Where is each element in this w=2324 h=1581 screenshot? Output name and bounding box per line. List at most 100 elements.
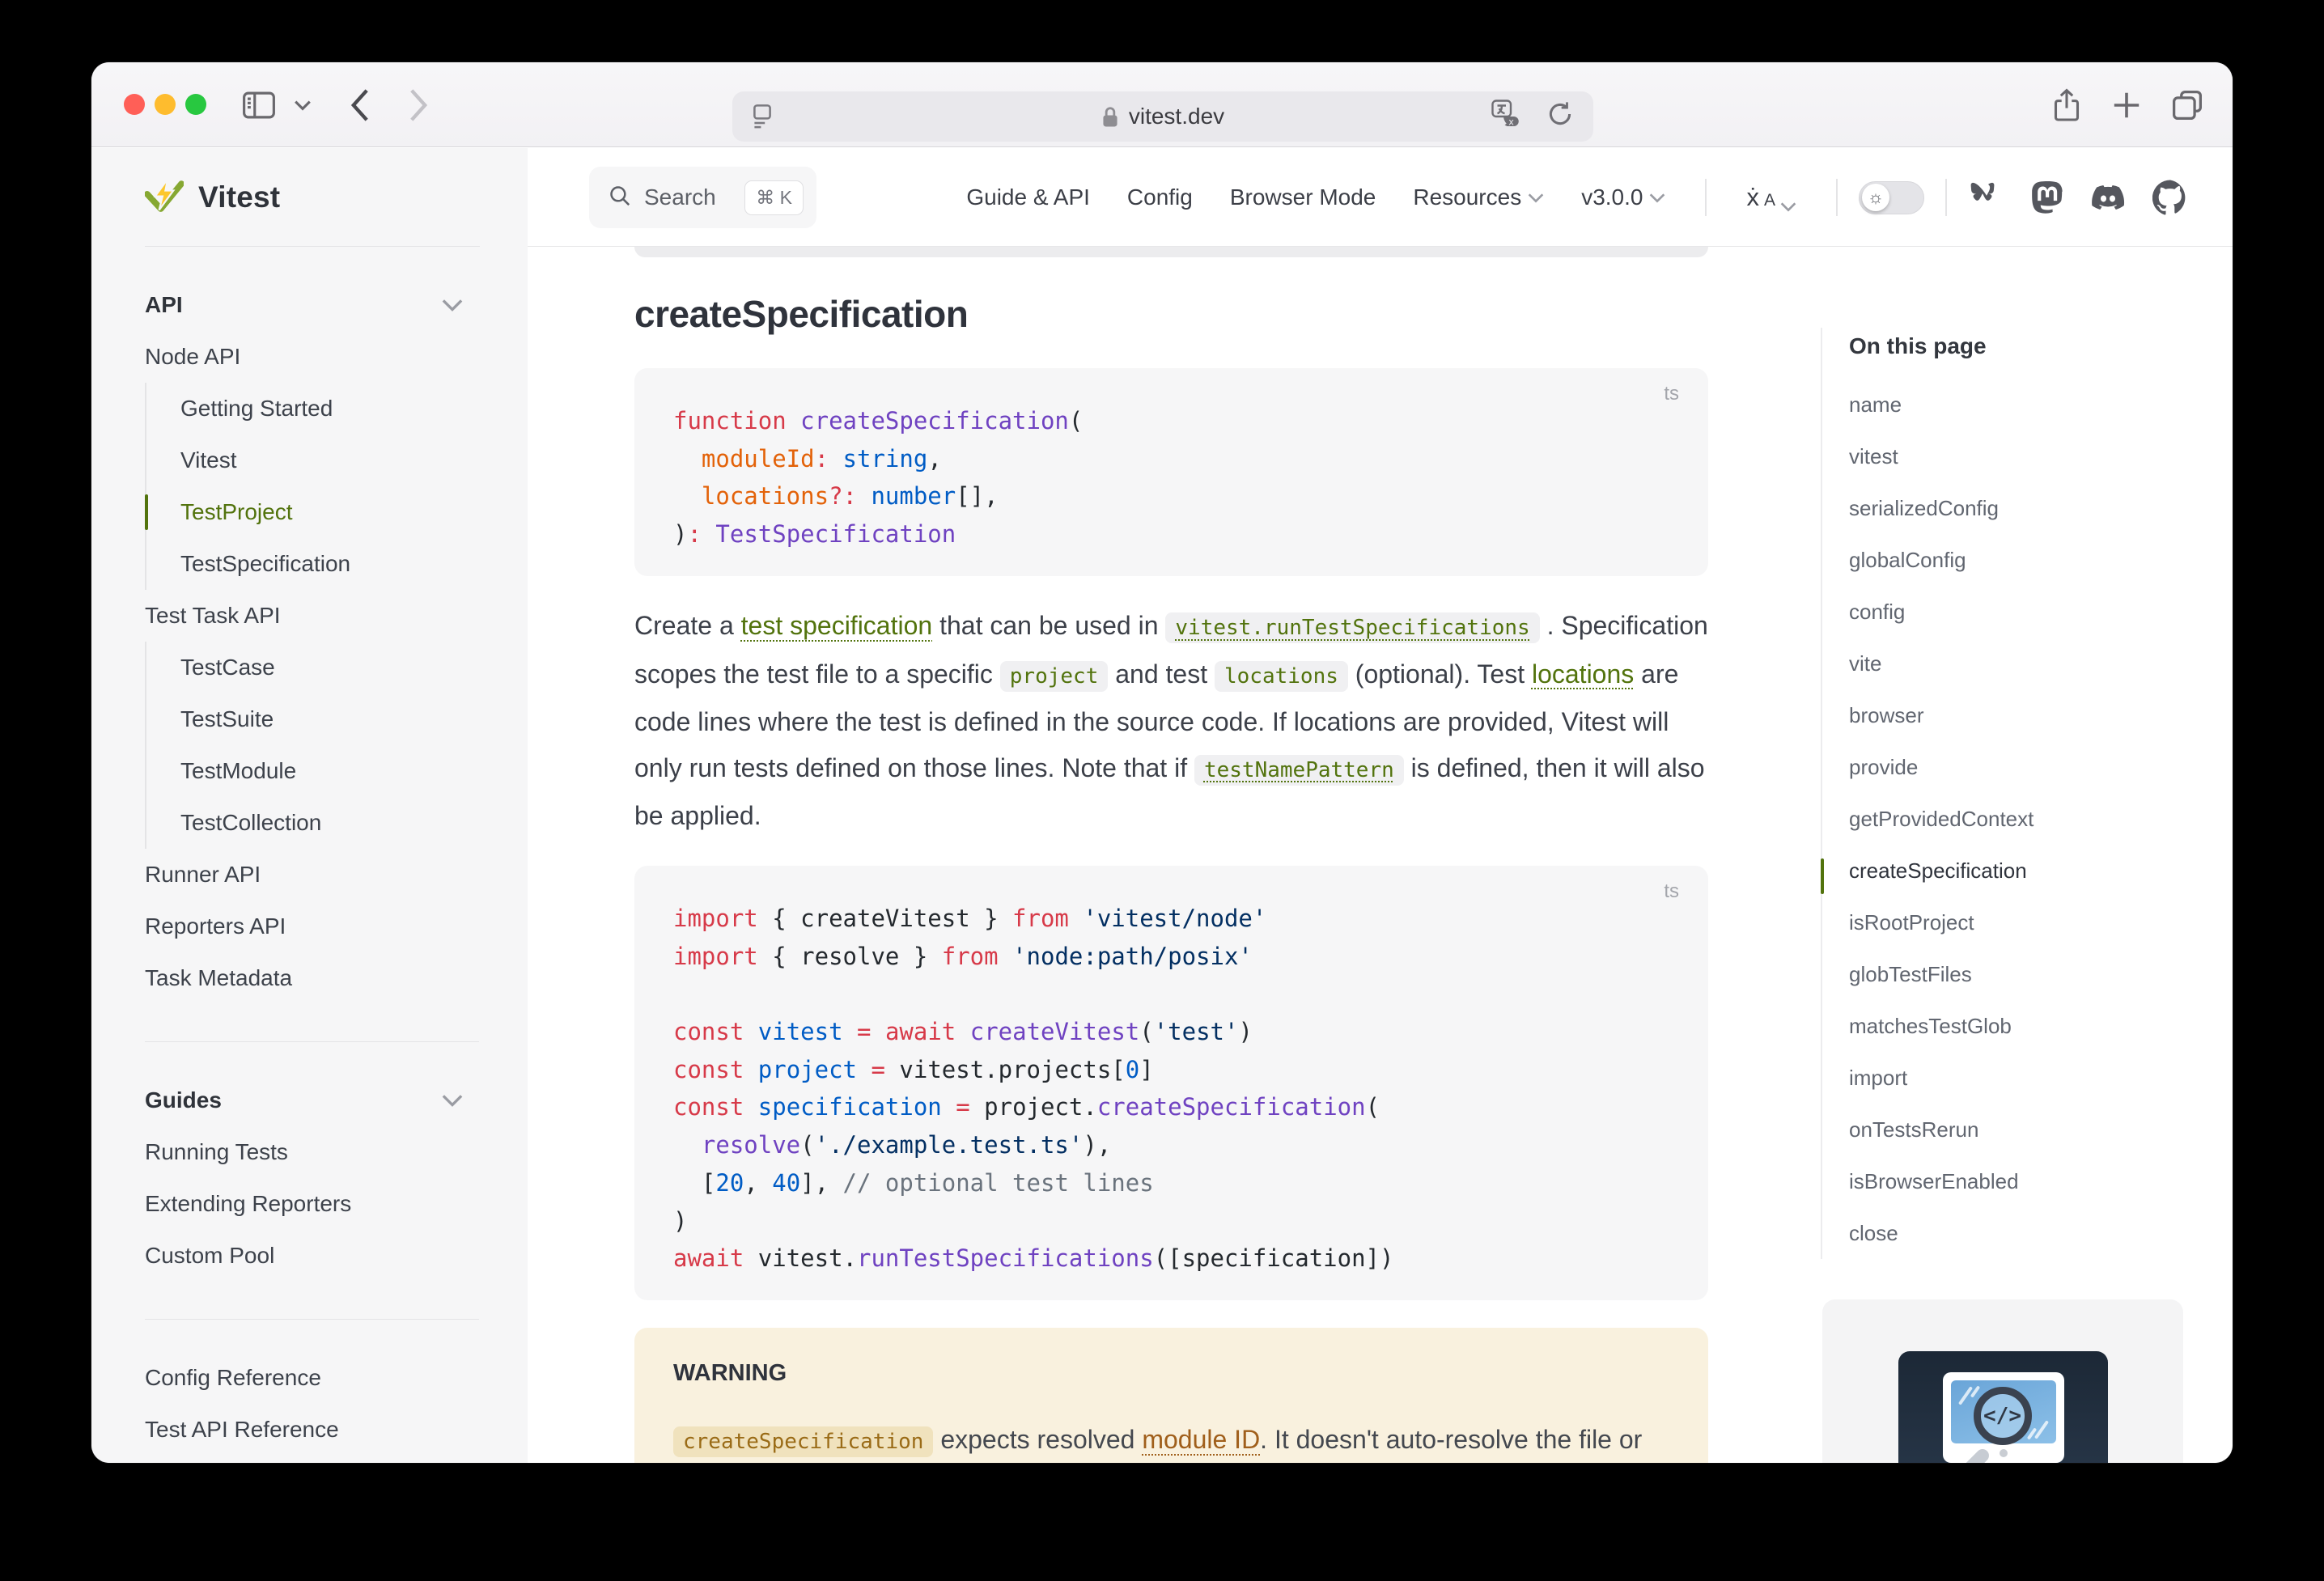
translate-page-icon[interactable]: x: [1491, 100, 1525, 134]
outline-item[interactable]: provide: [1849, 741, 2201, 793]
url-text: vitest.dev: [1129, 104, 1224, 129]
search-placeholder: Search: [644, 184, 744, 210]
outline-item[interactable]: vite: [1849, 638, 2201, 689]
sidebar-menu-chevron-icon[interactable]: [290, 62, 315, 147]
outline-item[interactable]: config: [1849, 586, 2201, 638]
sidebar-item-testcollection[interactable]: TestCollection: [146, 797, 479, 849]
nav-divider: [1705, 179, 1707, 216]
outline-active-marker: [1821, 858, 1824, 894]
page-settings-icon[interactable]: [750, 104, 774, 135]
nav-browser-mode[interactable]: Browser Mode: [1211, 184, 1395, 210]
sidebar-item-testsuite[interactable]: TestSuite: [146, 693, 479, 745]
back-button[interactable]: [342, 62, 378, 147]
search-input[interactable]: Search ⌘ K: [589, 167, 816, 228]
sidebar-item-extending-reporters[interactable]: Extending Reporters: [145, 1178, 479, 1230]
outline-item[interactable]: serializedConfig: [1849, 482, 2201, 534]
sponsor-card[interactable]: </>: [1822, 1299, 2183, 1463]
sidebar-item-vitest[interactable]: Vitest: [146, 434, 479, 486]
browser-window: vitest.dev x: [91, 62, 2233, 1463]
chevron-down-icon: [1528, 193, 1544, 203]
inline-code: createSpecification: [673, 1426, 933, 1457]
inline-code: locations: [1215, 661, 1348, 692]
github-icon[interactable]: [2152, 180, 2188, 215]
outline-item[interactable]: browser: [1849, 689, 2201, 741]
sidebar-item-test-api-reference[interactable]: Test API Reference: [145, 1404, 479, 1456]
sidebar-item-testmodule[interactable]: TestModule: [146, 745, 479, 797]
nav-divider: [1836, 179, 1838, 216]
site-title: Vitest: [198, 180, 280, 214]
discord-icon[interactable]: [2089, 181, 2127, 214]
outline-item[interactable]: globTestFiles: [1849, 948, 2201, 1000]
sidebar-item-config-reference[interactable]: Config Reference: [145, 1352, 479, 1404]
outline-item[interactable]: createSpecification: [1849, 845, 2201, 896]
zoom-window-button[interactable]: [185, 94, 206, 115]
sidebar-item-running-tests[interactable]: Running Tests: [145, 1126, 479, 1178]
chevron-down-icon: [1780, 201, 1796, 212]
previous-code-block-edge: [634, 247, 1708, 257]
sidebar-item-testspecification[interactable]: TestSpecification: [146, 538, 479, 590]
sidebar-group-api[interactable]: API: [145, 279, 479, 331]
new-tab-icon[interactable]: [2108, 62, 2145, 147]
outline-item[interactable]: globalConfig: [1849, 534, 2201, 586]
reload-icon[interactable]: [1546, 100, 1574, 134]
sidebar-item-task-metadata[interactable]: Task Metadata: [145, 952, 479, 1004]
sidebar-group-guides[interactable]: Guides: [145, 1074, 479, 1126]
nav-guide-api[interactable]: Guide & API: [948, 184, 1109, 210]
language-menu[interactable]: ẋA: [1728, 183, 1815, 212]
sidebar-item-reporters-api[interactable]: Reporters API: [145, 901, 479, 952]
close-window-button[interactable]: [124, 94, 145, 115]
inline-code-link[interactable]: testNamePattern: [1194, 755, 1404, 786]
inline-code-link[interactable]: vitest.runTestSpecifications: [1165, 612, 1539, 643]
description-paragraph: Create a test specification that can be …: [634, 603, 1723, 839]
nav-resources-menu[interactable]: Resources: [1394, 184, 1563, 210]
outline-item[interactable]: close: [1849, 1207, 2201, 1259]
inline-link[interactable]: module ID: [1142, 1425, 1260, 1454]
outline-item[interactable]: isRootProject: [1849, 896, 2201, 948]
bluesky-icon[interactable]: [1968, 180, 2005, 214]
outline-items: namevitestserializedConfigglobalConfigco…: [1849, 379, 2201, 1259]
share-icon[interactable]: [2048, 62, 2085, 147]
mastodon-icon[interactable]: [2031, 180, 2063, 214]
outline-item[interactable]: getProvidedContext: [1849, 793, 2201, 845]
doc-navbar: Search ⌘ K Guide & API Config Browser Mo…: [528, 148, 2233, 247]
url-bar[interactable]: vitest.dev x: [732, 91, 1593, 142]
vitest-logo-icon: [145, 179, 184, 216]
screenshot-stage: vitest.dev x: [0, 0, 2324, 1581]
sidebar-item-testproject[interactable]: TestProject: [146, 486, 479, 538]
on-this-page-outline: On this page namevitestserializedConfigg…: [1821, 328, 2201, 1259]
nav-config[interactable]: Config: [1109, 184, 1211, 210]
forward-button[interactable]: [401, 62, 436, 147]
svg-text:x: x: [1508, 117, 1514, 127]
tab-overview-icon[interactable]: [2168, 62, 2207, 147]
outline-item[interactable]: vitest: [1849, 430, 2201, 482]
toggle-sidebar-icon[interactable]: [235, 62, 282, 147]
sidebar-item-getting-started[interactable]: Getting Started: [146, 383, 479, 434]
sidebar-item-test-task-api[interactable]: Test Task API: [145, 590, 479, 642]
nav-divider: [1945, 179, 1947, 216]
outline-item[interactable]: matchesTestGlob: [1849, 1000, 2201, 1052]
code-block-signature[interactable]: ts function createSpecification( moduleI…: [634, 368, 1708, 576]
outline-item[interactable]: onTestsRerun: [1849, 1104, 2201, 1155]
main-content: createSpecification ts function createSp…: [528, 247, 2233, 1463]
sidebar-item-runner-api[interactable]: Runner API: [145, 849, 479, 901]
sponsor-image: </>: [1898, 1351, 2108, 1463]
sidebar-item-custom-pool[interactable]: Custom Pool: [145, 1230, 479, 1282]
browser-toolbar: vitest.dev x: [91, 62, 2233, 147]
site-logo[interactable]: Vitest: [145, 148, 480, 247]
outline-title: On this page: [1849, 328, 2201, 365]
inline-link[interactable]: test specification: [741, 611, 933, 640]
sidebar-nav: API Node API Getting Started Vitest Test…: [145, 247, 528, 1456]
outline-item[interactable]: import: [1849, 1052, 2201, 1104]
inline-link[interactable]: locations: [1532, 659, 1634, 689]
warning-callout: WARNING createSpecification expects reso…: [634, 1328, 1708, 1463]
code-block-example[interactable]: ts import { createVitest } from 'vitest/…: [634, 866, 1708, 1300]
minimize-window-button[interactable]: [155, 94, 176, 115]
sidebar-item-node-api[interactable]: Node API: [145, 331, 479, 383]
outline-item[interactable]: name: [1849, 379, 2201, 430]
sidebar-item-testcase[interactable]: TestCase: [146, 642, 479, 693]
magnifier-code-icon: </>: [1974, 1387, 2032, 1445]
outline-item[interactable]: isBrowserEnabled: [1849, 1155, 2201, 1207]
theme-toggle[interactable]: ☼: [1859, 181, 1924, 214]
nav-links: Guide & API Config Browser Mode Resource…: [948, 148, 2188, 247]
nav-version-menu[interactable]: v3.0.0: [1563, 184, 1684, 210]
